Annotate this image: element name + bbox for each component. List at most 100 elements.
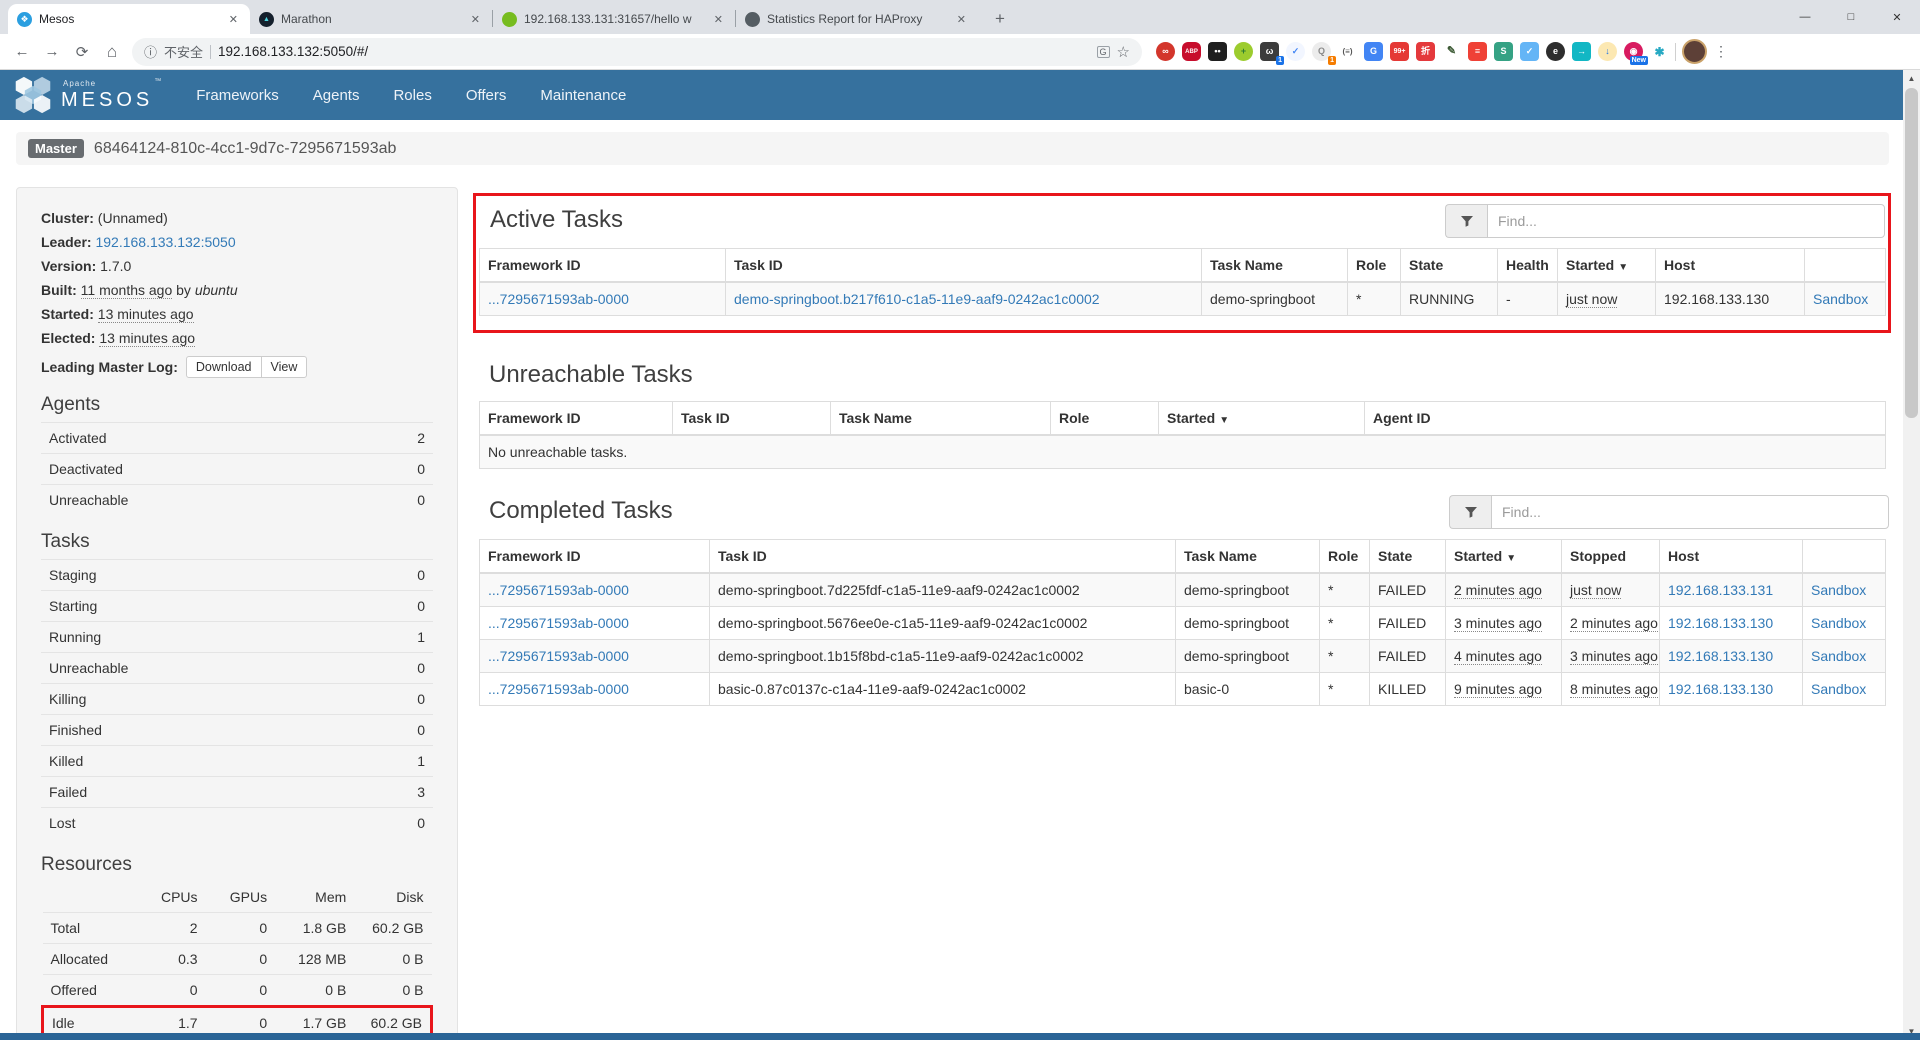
extension-person-icon[interactable]: ✎	[1442, 42, 1461, 61]
nav-frameworks[interactable]: Frameworks	[179, 87, 296, 104]
completed-tasks-table: Framework ID Task ID Task Name Role Stat…	[479, 539, 1886, 706]
completed-tasks-find-input[interactable]	[1491, 495, 1889, 529]
host-link[interactable]: 192.168.133.130	[1668, 648, 1773, 664]
extension-paren-icon[interactable]: (≡)	[1338, 42, 1357, 61]
nav-maintenance[interactable]: Maintenance	[523, 87, 643, 104]
back-icon[interactable]: ←	[8, 38, 36, 66]
reload-icon[interactable]: ⟳	[68, 38, 96, 66]
brand-apache-label: Apache	[63, 80, 153, 88]
table-row: Activated2	[41, 423, 433, 454]
extension-abp-icon[interactable]: ABP	[1182, 42, 1201, 61]
task-id-cell: demo-springboot.7d225fdf-c1a5-11e9-aaf9-…	[710, 573, 1176, 607]
host-link[interactable]: 192.168.133.130	[1668, 615, 1773, 631]
extension-99-icon[interactable]: 99+	[1390, 42, 1409, 61]
minimize-button[interactable]: —	[1782, 0, 1828, 34]
close-button[interactable]: ✕	[1874, 0, 1920, 34]
profile-avatar[interactable]	[1682, 39, 1707, 64]
health-cell: -	[1498, 282, 1558, 316]
state-cell: FAILED	[1370, 607, 1446, 640]
nav-offers[interactable]: Offers	[449, 87, 524, 104]
browser-tab-strip: ❖ Mesos ✕ ▲ Marathon ✕ 192.168.133.131:3…	[0, 0, 1920, 34]
framework-id-link[interactable]: ...7295671593ab-0000	[488, 648, 629, 664]
extension-q-icon[interactable]: Q1	[1312, 42, 1331, 61]
task-id-link[interactable]: demo-springboot.b217f610-c1a5-11e9-aaf9-…	[734, 291, 1100, 307]
extension-camera-icon[interactable]: ◉New	[1624, 42, 1643, 61]
task-name-cell: demo-springboot	[1176, 640, 1320, 673]
tab-mesos[interactable]: ❖ Mesos ✕	[8, 4, 250, 34]
sandbox-link[interactable]: Sandbox	[1811, 615, 1866, 631]
framework-id-link[interactable]: ...7295671593ab-0000	[488, 582, 629, 598]
completed-tasks-section: Completed Tasks Framework ID Task ID Tas…	[478, 495, 1889, 706]
table-header-row: Framework ID Task ID Task Name Role Star…	[480, 402, 1886, 436]
tab-close-icon[interactable]: ✕	[468, 12, 483, 27]
stopped-cell: 8 minutes ago	[1570, 681, 1658, 698]
task-name-cell: basic-0	[1176, 673, 1320, 706]
host-link[interactable]: 192.168.133.131	[1668, 582, 1773, 598]
browser-menu-icon[interactable]: ⋮	[1709, 43, 1733, 60]
no-unreachable-tasks-text: No unreachable tasks.	[480, 435, 1886, 469]
home-icon[interactable]: ⌂	[98, 38, 126, 66]
state-cell: KILLED	[1370, 673, 1446, 706]
table-row: Finished0	[41, 715, 433, 746]
tab-hello[interactable]: 192.168.133.131:31657/hello w ✕	[493, 4, 735, 34]
filter-funnel-icon	[1445, 204, 1487, 238]
extension-translate-icon[interactable]: G	[1364, 42, 1383, 61]
vertical-scrollbar[interactable]: ▲ ▼	[1903, 70, 1920, 1040]
new-tab-button[interactable]: +	[986, 5, 1014, 33]
resources-table: CPUs GPUs Mem Disk Total 2 0 1.8 GB 60.2…	[41, 882, 433, 1040]
framework-id-link[interactable]: ...7295671593ab-0000	[488, 681, 629, 697]
extension-e-icon[interactable]: e	[1546, 42, 1565, 61]
table-row: Killed1	[41, 746, 433, 777]
log-view-button[interactable]: View	[261, 356, 308, 378]
bookmark-star-icon[interactable]: ☆	[1117, 43, 1130, 61]
info-icon[interactable]: ⓘ	[144, 42, 157, 61]
extension-download-icon[interactable]: ↓	[1598, 42, 1617, 61]
sandbox-link[interactable]: Sandbox	[1811, 648, 1866, 664]
table-row: ...7295671593ab-0000 demo-springboot.1b1…	[480, 640, 1886, 673]
leader-link[interactable]: 192.168.133.132:5050	[95, 234, 235, 250]
tab-close-icon[interactable]: ✕	[226, 12, 241, 27]
extension-arrow-icon[interactable]: →	[1572, 42, 1591, 61]
extension-infinity-icon[interactable]: ∞	[1156, 42, 1175, 61]
task-name-cell: demo-springboot	[1176, 607, 1320, 640]
nav-agents[interactable]: Agents	[296, 87, 377, 104]
translate-icon[interactable]: G	[1097, 46, 1110, 58]
navbar-links: Frameworks Agents Roles Offers Maintenan…	[179, 87, 643, 104]
framework-id-link[interactable]: ...7295671593ab-0000	[488, 291, 629, 307]
address-bar[interactable]: ⓘ 不安全 192.168.133.132:5050/#/ G ☆	[132, 38, 1142, 66]
nav-roles[interactable]: Roles	[376, 87, 448, 104]
extension-zhe-icon[interactable]: 折	[1416, 42, 1435, 61]
sandbox-link[interactable]: Sandbox	[1811, 681, 1866, 697]
brand-mesos-label: MESOS	[61, 89, 153, 111]
framework-id-link[interactable]: ...7295671593ab-0000	[488, 615, 629, 631]
sandbox-link[interactable]: Sandbox	[1813, 291, 1868, 307]
extension-notes-icon[interactable]: ≡	[1468, 42, 1487, 61]
mesos-brand[interactable]: Apache MESOS ™	[14, 75, 153, 115]
active-tasks-find-input[interactable]	[1487, 204, 1885, 238]
extension-s-icon[interactable]: S	[1494, 42, 1513, 61]
tab-haproxy[interactable]: Statistics Report for HAProxy ✕	[736, 4, 978, 34]
log-download-button[interactable]: Download	[186, 356, 262, 378]
tab-close-icon[interactable]: ✕	[954, 12, 969, 27]
extension-snowflake-icon[interactable]: ✱	[1650, 42, 1669, 61]
forward-icon[interactable]: →	[38, 38, 66, 66]
url-text[interactable]: 192.168.133.132:5050/#/	[218, 44, 368, 59]
role-cell: *	[1320, 573, 1370, 607]
scroll-up-icon[interactable]: ▲	[1903, 70, 1920, 87]
extension-doc-icon[interactable]: ✓	[1520, 42, 1539, 61]
extension-green-ball-icon[interactable]: +	[1234, 42, 1253, 61]
extension-panda-icon[interactable]: ••	[1208, 42, 1227, 61]
host-link[interactable]: 192.168.133.130	[1668, 681, 1773, 697]
maximize-button[interactable]: □	[1828, 0, 1874, 34]
tab-marathon[interactable]: ▲ Marathon ✕	[250, 4, 492, 34]
tasks-heading: Tasks	[41, 531, 433, 553]
page: Apache MESOS ™ Frameworks Agents Roles O…	[0, 70, 1903, 1040]
tab-close-icon[interactable]: ✕	[711, 12, 726, 27]
extension-cat-icon[interactable]: ω1	[1260, 42, 1279, 61]
scrollbar-thumb[interactable]	[1905, 88, 1918, 418]
sandbox-link[interactable]: Sandbox	[1811, 582, 1866, 598]
role-cell: *	[1320, 607, 1370, 640]
extension-check-icon[interactable]: ✓	[1286, 42, 1305, 61]
cluster-line: Cluster: (Unnamed)	[41, 208, 433, 228]
master-strip: Master 68464124-810c-4cc1-9d7c-729567159…	[16, 132, 1889, 165]
